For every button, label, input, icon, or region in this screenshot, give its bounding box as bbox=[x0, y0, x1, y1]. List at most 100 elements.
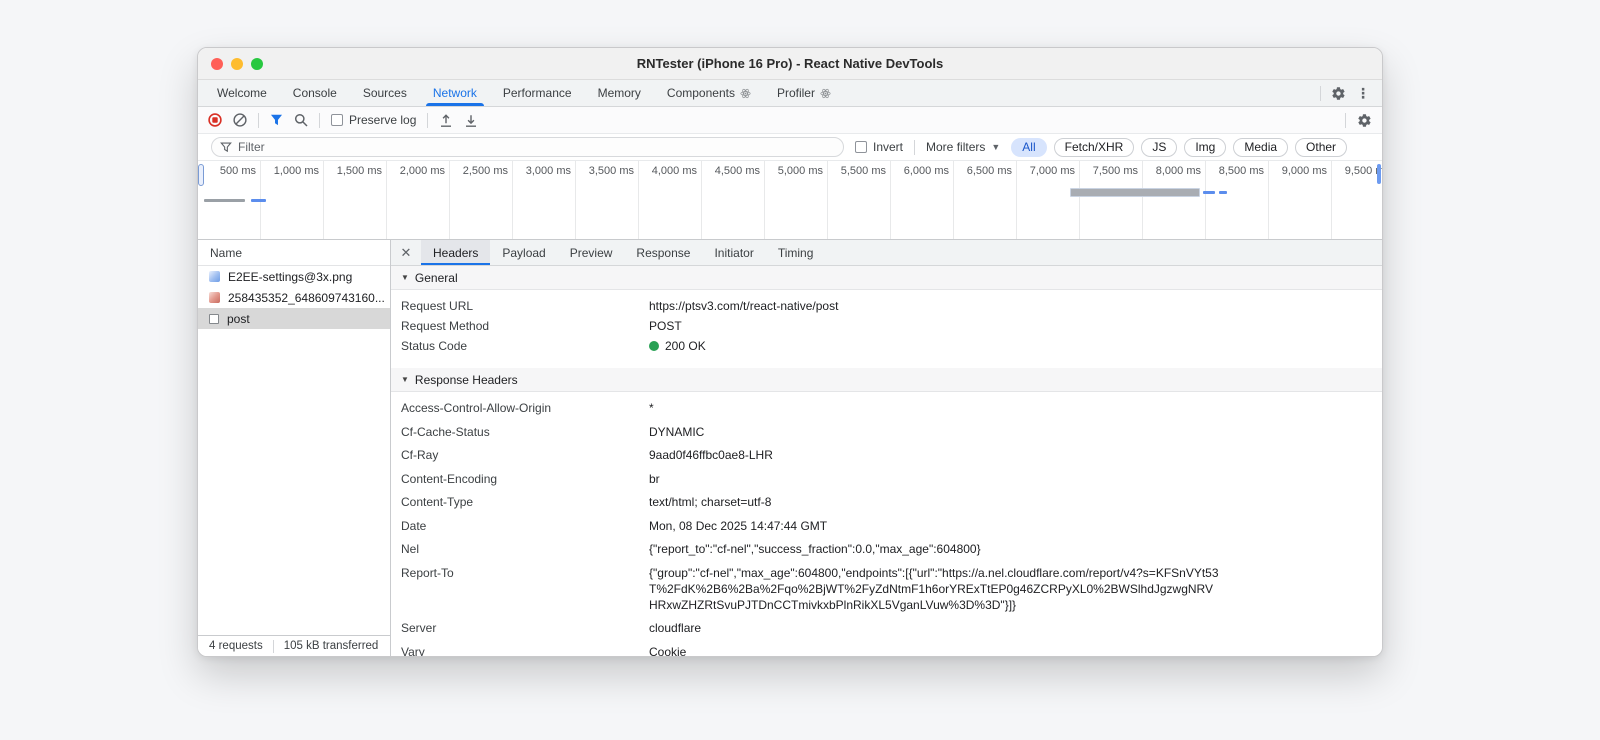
network-settings-gear-icon[interactable] bbox=[1357, 113, 1372, 128]
tab-label: Components bbox=[666, 86, 735, 100]
network-toolbar: Preserve log bbox=[198, 107, 1382, 134]
detail-tab-preview[interactable]: Preview bbox=[558, 240, 625, 265]
network-overview-timeline[interactable]: 500 ms 1,000 ms 1,500 ms 2,000 ms 2,500 ms 3,… bbox=[198, 161, 1382, 240]
request-row-e2ee-settings-3x-png[interactable]: E2EE-settings@3x.png bbox=[198, 266, 390, 287]
invert-filter-toggle[interactable]: Invert bbox=[855, 140, 903, 154]
tab-profiler[interactable]: Profiler bbox=[764, 80, 844, 106]
minimize-window-button[interactable] bbox=[231, 57, 243, 70]
header-value: POST bbox=[649, 319, 682, 333]
funnel-icon bbox=[220, 142, 232, 153]
close-window-button[interactable] bbox=[211, 57, 223, 70]
header-name: Cf-Ray bbox=[401, 448, 439, 462]
window-title: RNTester (iPhone 16 Pro) - React Native … bbox=[636, 56, 944, 71]
preserve-log-checkbox[interactable] bbox=[331, 114, 343, 126]
filter-pill-other[interactable]: Other bbox=[1295, 137, 1348, 157]
header-row: Report-To {"group":"cf-nel","max_age":604… bbox=[391, 565, 1382, 613]
request-name: 258435352_648609743160... bbox=[228, 290, 385, 305]
detail-tab-initiator[interactable]: Initiator bbox=[702, 240, 765, 265]
more-filters-dropdown[interactable]: More filters ▼ bbox=[926, 140, 1000, 154]
header-name: Cf-Cache-Status bbox=[401, 424, 490, 439]
import-har-icon[interactable] bbox=[439, 113, 453, 128]
request-row-post[interactable]: post bbox=[198, 308, 390, 329]
request-name: post bbox=[227, 311, 250, 326]
section-header-response[interactable]: ▼ Response Headers bbox=[391, 368, 1382, 392]
overview-waterfall-bar bbox=[204, 199, 245, 202]
header-value: * bbox=[649, 401, 654, 415]
filter-pill-all[interactable]: All bbox=[1011, 137, 1047, 157]
request-name: E2EE-settings@3x.png bbox=[228, 269, 353, 284]
overview-bars bbox=[198, 161, 1382, 239]
header-value: cloudflare bbox=[649, 621, 702, 635]
preserve-log-label: Preserve log bbox=[349, 113, 417, 127]
header-value: 9aad0f46ffbc0ae8-LHR bbox=[649, 448, 773, 462]
header-value: {"report_to":"cf-nel","success_fraction"… bbox=[649, 542, 981, 556]
header-value: 200 OK bbox=[649, 338, 706, 354]
request-details-panel: ✕ Headers Payload Preview Response Initiator… bbox=[391, 240, 1382, 656]
request-list-panel: Name E2EE-settings@3x.png 258435352_64860… bbox=[198, 240, 391, 656]
header-name: Server bbox=[401, 621, 437, 635]
divider bbox=[1320, 85, 1321, 101]
header-name: Content-Encoding bbox=[401, 471, 498, 486]
chevron-down-icon: ▼ bbox=[991, 142, 1001, 152]
overview-scrollbar[interactable] bbox=[1377, 164, 1381, 184]
tabbar-right-controls: ⋮ bbox=[1320, 80, 1382, 106]
zoom-window-button[interactable] bbox=[251, 57, 263, 70]
disclosure-triangle-icon: ▼ bbox=[401, 375, 409, 384]
header-value: br bbox=[649, 471, 660, 486]
network-status-bar: 4 requests 105 kB transferred bbox=[198, 635, 390, 656]
detail-tab-response[interactable]: Response bbox=[624, 240, 702, 265]
name-column-header[interactable]: Name bbox=[198, 240, 390, 266]
transferred-size: 105 kB transferred bbox=[283, 640, 379, 652]
disclosure-triangle-icon: ▼ bbox=[401, 273, 409, 282]
tab-label: Sources bbox=[362, 86, 407, 100]
overview-left-handle[interactable] bbox=[198, 164, 204, 186]
section-header-general[interactable]: ▼ General bbox=[391, 266, 1382, 290]
tab-components[interactable]: Components bbox=[654, 80, 764, 106]
divider bbox=[272, 639, 274, 653]
more-options-kebab-icon[interactable]: ⋮ bbox=[1356, 86, 1370, 100]
detail-tab-payload[interactable]: Payload bbox=[490, 240, 557, 265]
network-main-area: Name E2EE-settings@3x.png 258435352_64860… bbox=[198, 240, 1382, 656]
tab-sources[interactable]: Sources bbox=[350, 80, 420, 106]
divider bbox=[319, 112, 320, 128]
header-row: Server cloudflare bbox=[391, 620, 1382, 636]
settings-gear-icon[interactable] bbox=[1331, 86, 1346, 101]
filter-input[interactable] bbox=[211, 137, 844, 157]
detail-tab-headers[interactable]: Headers bbox=[421, 240, 491, 265]
clear-network-log-button[interactable] bbox=[233, 113, 247, 127]
header-value: DYNAMIC bbox=[649, 424, 705, 439]
request-count: 4 requests bbox=[209, 640, 263, 652]
invert-checkbox[interactable] bbox=[855, 141, 867, 153]
record-network-log-button[interactable] bbox=[208, 113, 222, 127]
devtools-tabs: Welcome Console Sources Network Performance M… bbox=[198, 80, 1320, 106]
filter-pill-fetch-xhr[interactable]: Fetch/XHR bbox=[1053, 137, 1135, 157]
desktop-background: RNTester (iPhone 16 Pro) - React Native … bbox=[0, 0, 1600, 740]
tab-label: Profiler bbox=[776, 86, 815, 100]
header-name: Vary bbox=[401, 644, 425, 657]
filter-toggle-icon[interactable] bbox=[270, 114, 283, 126]
section-title: General bbox=[414, 270, 458, 285]
export-har-icon[interactable] bbox=[464, 113, 478, 128]
more-filters-label: More filters bbox=[926, 140, 986, 154]
tab-label: Memory bbox=[597, 86, 641, 100]
close-details-icon[interactable]: ✕ bbox=[391, 240, 421, 265]
search-icon[interactable] bbox=[294, 113, 308, 127]
header-row: Request URL https://ptsv3.com/t/react-nat… bbox=[391, 298, 1382, 314]
image-blue-icon bbox=[209, 271, 220, 282]
react-atom-icon bbox=[740, 88, 751, 99]
header-row: Cf-Ray 9aad0f46ffbc0ae8-LHR bbox=[391, 447, 1382, 463]
header-row: Request Method POST bbox=[391, 318, 1382, 334]
tab-label: Welcome bbox=[217, 86, 267, 100]
tab-memory[interactable]: Memory bbox=[585, 80, 654, 106]
filter-pill-media[interactable]: Media bbox=[1233, 137, 1289, 157]
preserve-log-toggle[interactable]: Preserve log bbox=[331, 113, 416, 127]
filter-pill-js[interactable]: JS bbox=[1141, 137, 1178, 157]
tab-welcome[interactable]: Welcome bbox=[204, 80, 280, 106]
tab-console[interactable]: Console bbox=[280, 80, 350, 106]
tab-performance[interactable]: Performance bbox=[490, 80, 585, 106]
header-row: Content-Encoding br bbox=[391, 471, 1382, 487]
tab-network[interactable]: Network bbox=[420, 80, 490, 106]
request-row-258435352-648609743160[interactable]: 258435352_648609743160... bbox=[198, 287, 390, 308]
detail-tab-timing[interactable]: Timing bbox=[766, 240, 826, 265]
filter-pill-img[interactable]: Img bbox=[1184, 137, 1227, 157]
